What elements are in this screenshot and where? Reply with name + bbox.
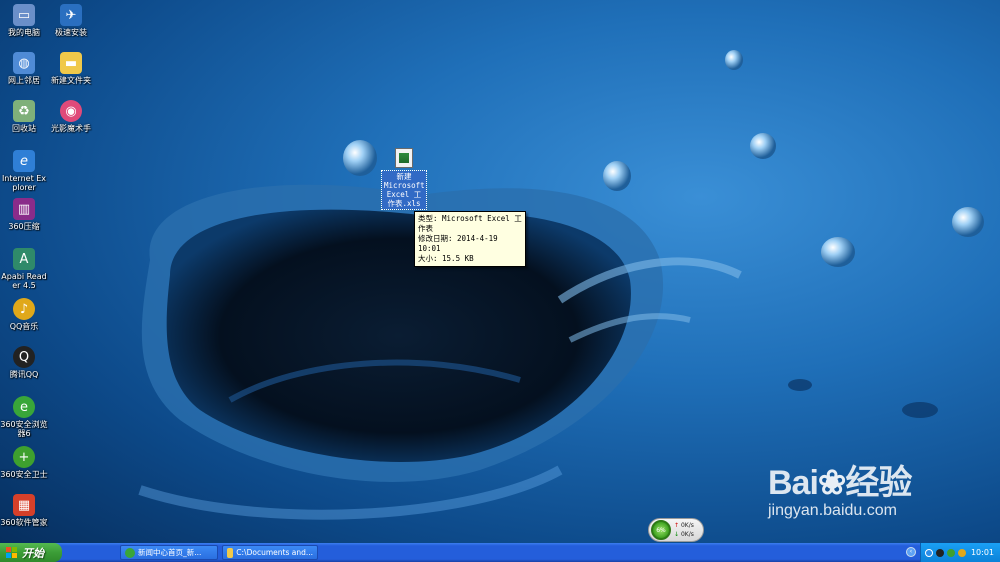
taskbar-clock[interactable]: 10:01 [971,548,994,557]
360-software-manager-icon: ▦ [13,494,35,516]
photo-magic-icon: ◉ [60,100,82,122]
folder-task-icon [227,547,234,558]
tooltip-type: 类型: Microsoft Excel 工作表 [418,214,522,233]
baidu-jingyan-watermark: Bai❀经验 jingyan.baidu.com [768,455,958,520]
watermark-brand: Bai❀经验 [768,464,912,502]
start-label: 开始 [22,547,44,560]
tray-volume-icon[interactable] [957,548,966,557]
desktop-icon-internet-explorer[interactable]: e Internet Explorer [0,150,48,192]
taskbar-button-explorer[interactable]: C:\Documents and... [222,545,318,560]
360-browser-icon: e [13,396,35,418]
desktop-icon-new-folder[interactable]: ▬ 新建文件夹 [47,52,95,85]
taskbar: 开始 新闻中心首页_新... C:\Documents and... ‹ 10:… [0,543,1000,562]
fast-install-icon: ✈ [60,4,82,26]
desktop-icon-tencent-qq[interactable]: Q 腾讯QQ [0,346,48,379]
network-speeds: ↑ 0K/s ↓ 0K/s [674,521,694,539]
watermark-url: jingyan.baidu.com [768,502,897,519]
tray-qq-icon[interactable] [935,548,944,557]
desktop-icon-recycle-bin[interactable]: ♻ 回收站 [0,100,48,133]
360-safe-icon: + [13,446,35,468]
desktop-icon-excel-file[interactable]: 新建 Microsoft Excel 工作表.xls [381,148,427,210]
desktop-icon-360-software-manager[interactable]: ▦ 360软件管家 [0,494,48,527]
desktop-icon-my-computer[interactable]: ▭ 我的电脑 [0,4,48,37]
network-places-icon: ◍ [13,52,35,74]
windows-flag-icon [6,546,18,559]
apabi-reader-icon: A [13,248,35,270]
excel-file-icon [395,148,413,168]
browser-task-icon [125,547,135,558]
desktop-icon-qq-music[interactable]: ♪ QQ音乐 [0,298,48,331]
tencent-qq-icon: Q [13,346,35,368]
internet-explorer-icon: e [13,150,35,172]
desktop-icon-photo-magic[interactable]: ◉ 光影魔术手 [47,100,95,133]
download-speed: 0K/s [680,531,694,538]
file-info-tooltip: 类型: Microsoft Excel 工作表 修改日期: 2014-4-19 … [414,211,526,267]
tooltip-date: 修改日期: 2014-4-19 10:01 [418,234,498,253]
desktop-icon-apabi-reader[interactable]: A Apabi Reader 4.5 [0,248,48,290]
tray-360-icon[interactable] [946,548,955,557]
tooltip-size: 大小: 15.5 KB [418,254,474,263]
desktop-icon-360-compress[interactable]: ▥ 360压缩 [0,198,48,231]
desktop-icon-network-places[interactable]: ◍ 网上邻居 [0,52,48,85]
upload-speed: 0K/s [680,522,694,529]
desktop-icon-360-safe[interactable]: + 360安全卫士 [0,446,48,479]
network-speed-widget[interactable]: 6% ↑ 0K/s ↓ 0K/s [648,518,704,542]
network-usage-ring: 6% [651,520,671,540]
qq-music-icon: ♪ [13,298,35,320]
tray-expand-icon[interactable]: ‹ [906,547,916,557]
360-compress-icon: ▥ [13,198,35,220]
taskbar-button-browser[interactable]: 新闻中心首页_新... [120,545,218,560]
system-tray: 10:01 [920,543,1000,562]
my-computer-icon: ▭ [13,4,35,26]
baidu-paw-icon: ❀ [817,464,846,502]
upload-arrow-icon: ↑ [674,522,680,529]
start-button[interactable]: 开始 [0,543,62,562]
folder-icon: ▬ [60,52,82,74]
recycle-bin-icon: ♻ [13,100,35,122]
tray-network-icon[interactable] [924,548,933,557]
desktop-icon-360-browser[interactable]: e 360安全浏览器6 [0,396,48,438]
download-arrow-icon: ↓ [674,531,680,538]
desktop-icon-fast-install[interactable]: ✈ 极速安装 [47,4,95,37]
